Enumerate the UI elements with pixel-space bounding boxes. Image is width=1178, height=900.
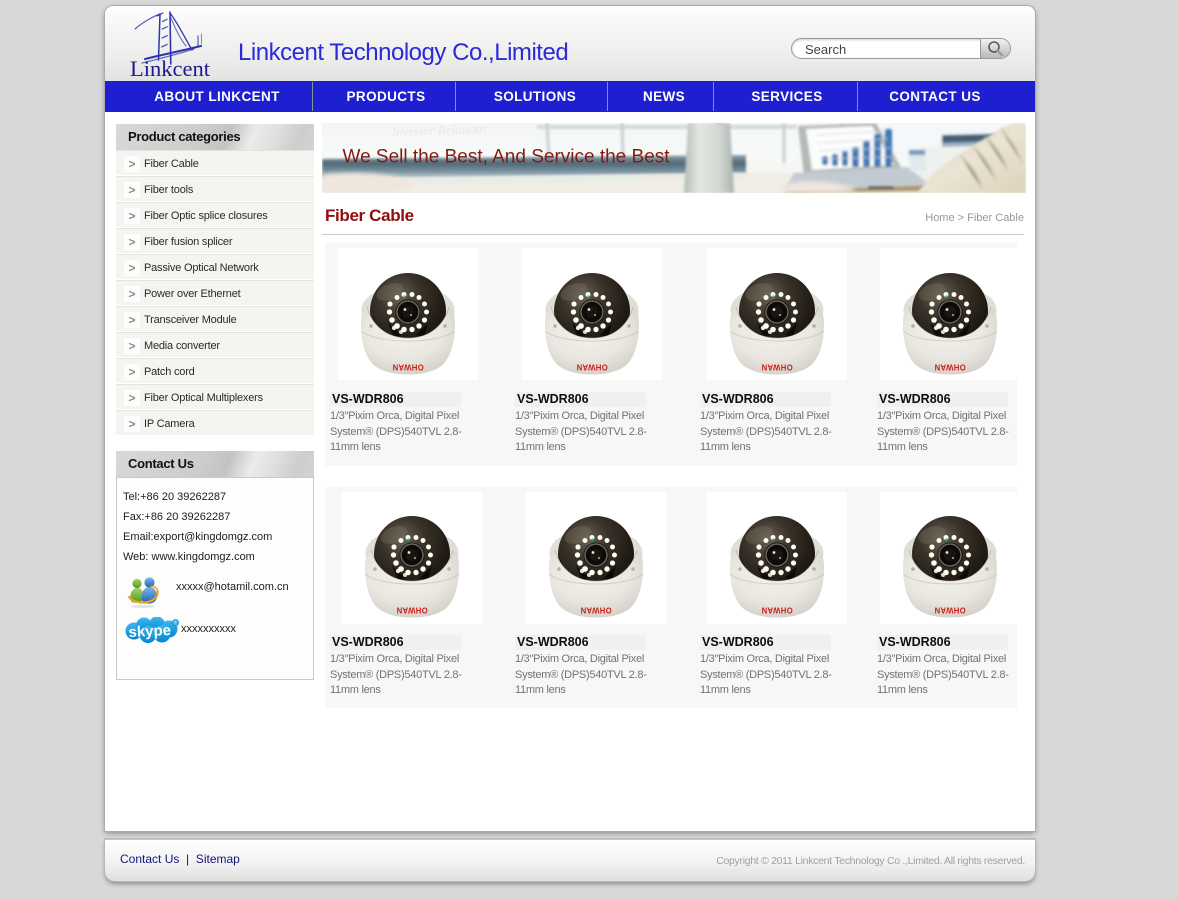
- svg-text:Linkcent: Linkcent: [130, 56, 211, 80]
- svg-text:We Sell the Best, And Service: We Sell the Best, And Service the Best: [343, 147, 671, 168]
- svg-text:®: ®: [174, 620, 178, 627]
- svg-text:skype: skype: [128, 622, 171, 641]
